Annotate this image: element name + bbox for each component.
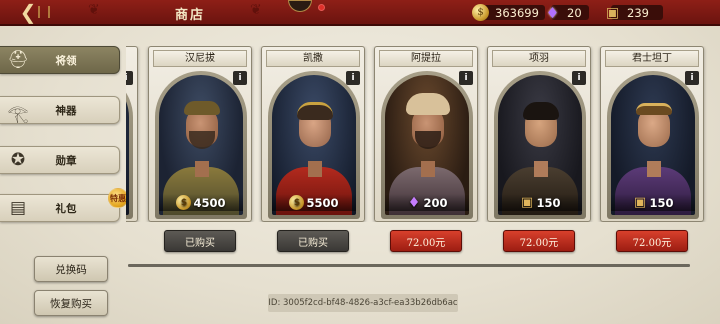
hero-portrait: $ 4500 bbox=[159, 75, 243, 215]
hero-portrait: $ 5500 bbox=[272, 75, 356, 215]
coin-counter: $ 363699 bbox=[472, 4, 545, 21]
hero-portrait: ▣ 150 bbox=[611, 75, 695, 215]
sale-badge: 特惠 bbox=[108, 188, 128, 208]
hero-name: 阿提拉 bbox=[379, 50, 473, 67]
hero-card-hannibal[interactable]: 汉尼拔 i $ 4500 bbox=[148, 46, 252, 222]
purchased-button[interactable]: 已购买 bbox=[277, 230, 349, 252]
info-icon[interactable]: i bbox=[233, 71, 247, 85]
top-bar: ❮ ❦ 商店 ❦ $ 363699 ♦ 20 ▣ 239 bbox=[0, 0, 720, 26]
redeem-code-button[interactable]: 兑换码 bbox=[34, 256, 108, 282]
hero-card-constantine[interactable]: 君士坦丁 i ▣ 150 bbox=[600, 46, 704, 222]
scrollbar-thumb[interactable] bbox=[128, 264, 690, 267]
portrait-frame: $ 5500 bbox=[268, 71, 360, 219]
price-tag: $ 5500 bbox=[272, 194, 356, 211]
hero-card-attila[interactable]: 阿提拉 i ♦ 200 bbox=[374, 46, 478, 222]
price-tag: ♦ 200 bbox=[385, 194, 469, 211]
coin-icon: $ bbox=[289, 195, 305, 210]
price-value: 4500 bbox=[193, 195, 226, 210]
portrait-frame: ▣ 150 bbox=[494, 71, 586, 219]
sidebar-item-label: 神器 bbox=[55, 104, 77, 117]
hero-card-partial[interactable]: i bbox=[126, 46, 138, 222]
price-tag: ▣ 150 bbox=[498, 194, 582, 211]
price-value: 150 bbox=[649, 195, 674, 210]
hero-portrait: ♦ 200 bbox=[385, 75, 469, 215]
hero-name: 凯撒 bbox=[266, 50, 360, 67]
hero-name: 君士坦丁 bbox=[605, 50, 699, 67]
back-arrow-icon: ❮ bbox=[19, 0, 37, 24]
info-icon[interactable]: i bbox=[685, 71, 699, 85]
sidebar-item-generals[interactable]: ⛑ 将领 bbox=[0, 46, 120, 74]
chest-counter: ▣ 239 bbox=[604, 4, 663, 21]
buy-button[interactable]: 72.00元 bbox=[390, 230, 462, 252]
gem-counter: ♦ 20 bbox=[544, 3, 589, 22]
eagle-medal-icon: ✪ bbox=[10, 150, 26, 170]
hero-card-caesar[interactable]: 凯撒 i $ 5500 bbox=[261, 46, 365, 222]
sidebar-item-label: 礼包 bbox=[55, 202, 77, 215]
sidebar-item-label: 将领 bbox=[55, 54, 77, 67]
hero-name: 汉尼拔 bbox=[153, 50, 247, 67]
back-button-trim bbox=[38, 6, 50, 18]
info-icon[interactable]: i bbox=[459, 71, 473, 85]
page-title: 商店 bbox=[174, 8, 205, 23]
laurel-ornament-icon: ❦ bbox=[88, 2, 100, 18]
sidebar-item-artifacts[interactable]: 𓂀 神器 bbox=[0, 96, 120, 124]
restore-purchase-button[interactable]: 恢复购买 bbox=[34, 290, 108, 316]
portrait-frame: $ 4500 bbox=[155, 71, 247, 219]
price-value: 200 bbox=[423, 195, 448, 210]
horizontal-scrollbar[interactable] bbox=[128, 264, 690, 267]
portrait-frame bbox=[126, 71, 133, 219]
gem-icon: ♦ bbox=[407, 194, 421, 211]
coin-icon: $ bbox=[176, 195, 192, 210]
device-id-text: ID: 3005f2cd-bf48-4826-a3cf-ea33b26db6ac bbox=[268, 294, 458, 312]
gift-pack-icon: ▤ bbox=[9, 198, 27, 218]
sidebar-item-medals[interactable]: ✪ 勋章 bbox=[0, 146, 120, 174]
laurel-ornament-icon: ❦ bbox=[250, 2, 262, 18]
sidebar-item-gift-packs[interactable]: ▤ 礼包 bbox=[0, 194, 120, 222]
price-tag: ▣ 150 bbox=[611, 194, 695, 211]
buy-button[interactable]: 72.00元 bbox=[503, 230, 575, 252]
eye-of-horus-icon: 𓂀 bbox=[7, 103, 29, 124]
info-icon[interactable]: i bbox=[346, 71, 360, 85]
chest-icon: ▣ bbox=[520, 195, 534, 210]
hero-card-carousel[interactable]: i 汉尼拔 i $ 4500 凯撒 i bbox=[126, 46, 720, 222]
price-tag: $ 4500 bbox=[159, 194, 243, 211]
info-icon[interactable]: i bbox=[572, 71, 586, 85]
price-value: 150 bbox=[536, 195, 561, 210]
notification-dot bbox=[318, 4, 325, 11]
coin-icon: $ bbox=[472, 4, 489, 21]
helmet-icon: ⛑ bbox=[7, 50, 29, 70]
hero-portrait: ▣ 150 bbox=[498, 75, 582, 215]
hero-name: 项羽 bbox=[492, 50, 586, 67]
portrait-frame: ▣ 150 bbox=[607, 71, 699, 219]
portrait-frame: ♦ 200 bbox=[381, 71, 473, 219]
hero-card-xiang-yu[interactable]: 项羽 i ▣ 150 bbox=[487, 46, 591, 222]
gem-icon: ♦ bbox=[545, 3, 560, 22]
buy-button[interactable]: 72.00元 bbox=[616, 230, 688, 252]
purchased-button[interactable]: 已购买 bbox=[164, 230, 236, 252]
medal-pendant-icon bbox=[288, 0, 312, 12]
info-icon[interactable]: i bbox=[126, 71, 133, 85]
back-button[interactable]: ❮ bbox=[8, 0, 50, 24]
chest-icon: ▣ bbox=[605, 4, 620, 21]
price-value: 5500 bbox=[306, 195, 339, 210]
sidebar-item-label: 勋章 bbox=[55, 154, 77, 167]
chest-icon: ▣ bbox=[633, 195, 647, 210]
